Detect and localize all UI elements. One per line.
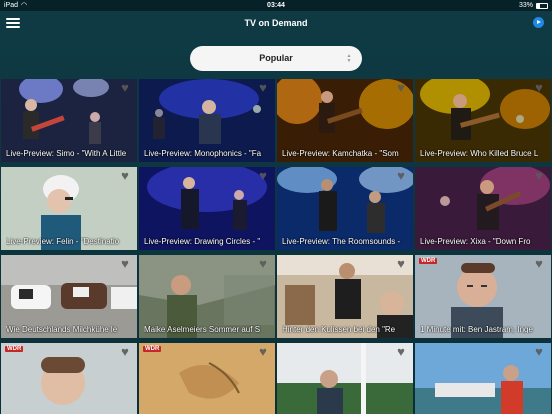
favorite-heart-icon[interactable]: ♥ [255, 81, 271, 94]
video-title: Live-Preview: Felin - "Destinatio [6, 237, 120, 246]
video-tile[interactable]: ♥ Live-Preview: Simo - "With A Little [1, 79, 137, 162]
battery-percentage: 33% [518, 2, 533, 9]
updown-chevron-icon: ▲ ▼ [346, 53, 352, 64]
video-title: Live-Preview: Who Killed Bruce L [420, 149, 539, 158]
video-title: Live-Preview: The Roomsounds - [282, 237, 401, 246]
video-tile[interactable]: ♥ Hinter den Kulissen bei den "Re [277, 255, 413, 338]
video-title: Maike Aselmeiers Sommer auf S [144, 325, 261, 334]
video-tile[interactable]: ♥ Live-Preview: Felin - "Destinatio [1, 167, 137, 250]
favorite-heart-icon[interactable]: ♥ [531, 257, 547, 270]
sort-dropdown-value: Popular [259, 53, 293, 63]
favorite-heart-icon[interactable]: ♥ [393, 81, 409, 94]
video-tile[interactable]: ♥ Live-Preview: Xixa - "Down Fro [415, 167, 551, 250]
video-title: Live-Preview: Xixa - "Down Fro [420, 237, 531, 246]
video-title: Wie Deutschlands Milchkühe le [6, 325, 118, 334]
video-tile[interactable]: ♥ [415, 343, 551, 414]
video-tile[interactable]: ♥ Live-Preview: Drawing Circles - " [139, 167, 275, 250]
video-grid: ♥ Live-Preview: Simo - "With A Little ♥ … [0, 79, 552, 414]
channel-logo: WDR [143, 346, 162, 352]
video-title: Live-Preview: Simo - "With A Little [6, 149, 127, 158]
video-tile[interactable]: ♥ [277, 343, 413, 414]
favorite-heart-icon[interactable]: ♥ [393, 257, 409, 270]
video-title: Live-Preview: Kamchatka - "Som [282, 149, 399, 158]
video-tile[interactable]: WDR ♥ 1 Minute mit: Ben Jastram, Inge [415, 255, 551, 338]
favorite-heart-icon[interactable]: ♥ [117, 345, 133, 358]
channel-logo: WDR [5, 346, 24, 352]
video-tile[interactable]: WDR ♥ [1, 343, 137, 414]
video-tile[interactable]: WDR ♥ [139, 343, 275, 414]
favorite-heart-icon[interactable]: ♥ [531, 81, 547, 94]
clock: 03:44 [267, 2, 285, 9]
video-tile[interactable]: ♥ Live-Preview: Monophonics - "Fa [139, 79, 275, 162]
video-title: 1 Minute mit: Ben Jastram, Inge [420, 325, 533, 334]
favorite-heart-icon[interactable]: ♥ [531, 169, 547, 182]
video-title: Live-Preview: Monophonics - "Fa [144, 149, 262, 158]
favorite-heart-icon[interactable]: ♥ [255, 257, 271, 270]
video-tile[interactable]: ♥ Maike Aselmeiers Sommer auf S [139, 255, 275, 338]
video-title: Hinter den Kulissen bei den "Re [282, 325, 396, 334]
favorite-heart-icon[interactable]: ♥ [255, 345, 271, 358]
favorite-heart-icon[interactable]: ♥ [117, 257, 133, 270]
navigation-bar: TV on Demand [0, 11, 552, 37]
favorite-heart-icon[interactable]: ♥ [117, 81, 133, 94]
video-tile[interactable]: ♥ Live-Preview: Who Killed Bruce L [415, 79, 551, 162]
page-title: TV on Demand [244, 18, 308, 28]
video-title: Live-Preview: Drawing Circles - " [144, 237, 261, 246]
favorite-heart-icon[interactable]: ♥ [393, 169, 409, 182]
favorite-heart-icon[interactable]: ♥ [255, 169, 271, 182]
favorite-heart-icon[interactable]: ♥ [393, 345, 409, 358]
battery-icon [536, 3, 548, 9]
video-tile[interactable]: ♥ Live-Preview: Kamchatka - "Som [277, 79, 413, 162]
channel-logo: WDR [419, 258, 438, 264]
favorite-heart-icon[interactable]: ♥ [531, 345, 547, 358]
video-tile[interactable]: ♥ Live-Preview: The Roomsounds - [277, 167, 413, 250]
status-bar: iPad ◠ 03:44 33% [0, 0, 552, 11]
favorite-heart-icon[interactable]: ♥ [117, 169, 133, 182]
sort-dropdown[interactable]: Popular ▲ ▼ [190, 46, 362, 71]
play-icon[interactable] [533, 17, 544, 28]
video-tile[interactable]: ♥ Wie Deutschlands Milchkühe le [1, 255, 137, 338]
